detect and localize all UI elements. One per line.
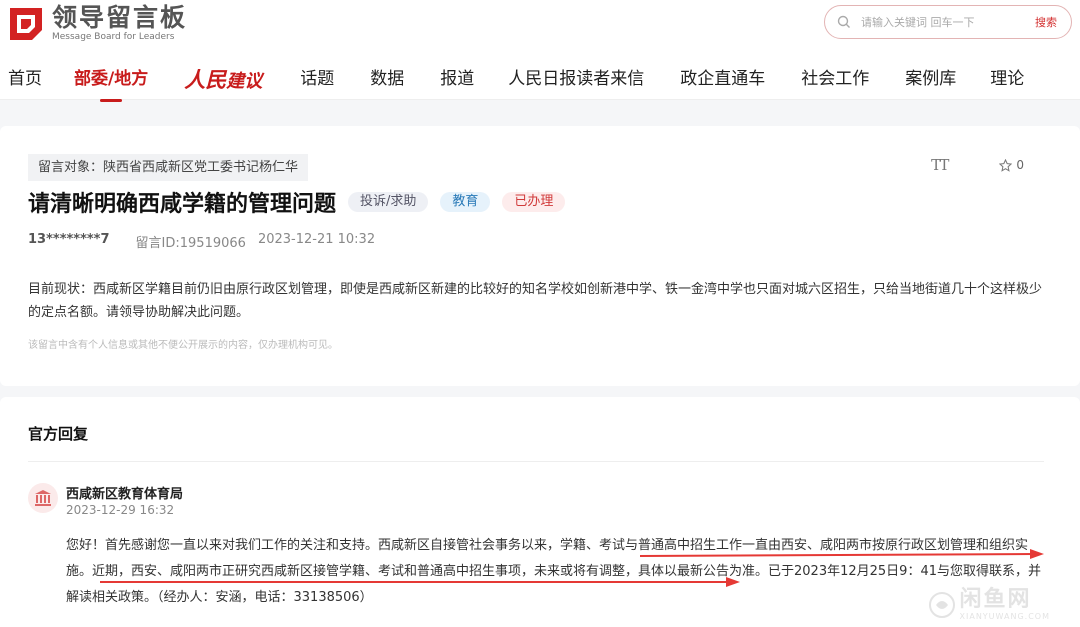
- watermark-cn: 闲鱼网: [959, 587, 1032, 612]
- nav-theory[interactable]: 理论: [990, 60, 1024, 96]
- logo-subtitle: Message Board for Leaders: [52, 32, 175, 42]
- watermark: 闲鱼网 XIANYUWANG.COM: [928, 588, 1051, 621]
- nav-ministries-local[interactable]: 部委/地方: [74, 60, 148, 96]
- message-card: 留言对象：陕西省西咸新区党工委书记杨仁华 TT 0 请清晰明确西咸学籍的管理问题…: [0, 126, 1080, 386]
- search-input[interactable]: [861, 15, 1021, 29]
- nav-data[interactable]: 数据: [370, 60, 404, 96]
- nav-people-suggestions[interactable]: 人民建议: [184, 60, 262, 96]
- nav-home[interactable]: 首页: [8, 60, 42, 96]
- message-recipient: 留言对象：陕西省西咸新区党工委书记杨仁华: [28, 154, 309, 181]
- org-avatar: [28, 483, 58, 513]
- nav-topics[interactable]: 话题: [300, 60, 334, 96]
- government-building-icon: [35, 490, 51, 506]
- message-body: 目前现状：西咸新区学籍目前仍旧由原行政区划管理，即使是西咸新区新建的比较好的知名…: [28, 282, 1043, 320]
- tag-category[interactable]: 教育: [440, 192, 491, 212]
- privacy-note: 该留言中含有个人信息或其他不便公开展示的内容，仅办理机构可见。: [28, 340, 338, 351]
- reply-heading: 官方回复: [28, 425, 89, 443]
- site-header: 领导留言板 Message Board for Leaders 搜索 首页 部委…: [0, 0, 1080, 100]
- nav-reports[interactable]: 报道: [440, 60, 474, 96]
- search-box: 搜索: [824, 5, 1072, 39]
- search-icon: [837, 15, 850, 28]
- reply-text: 您好！首先感谢您一直以来对我们工作的关注和支持。西咸新区自接管社会事务以来，学籍…: [66, 538, 1041, 605]
- reply-org-name: 西咸新区教育体育局: [66, 487, 184, 502]
- reply-divider: [28, 461, 1044, 462]
- message-title: 请清晰明确西咸学籍的管理问题: [28, 192, 337, 217]
- nav-readers-letters[interactable]: 人民日报读者来信: [508, 60, 644, 96]
- watermark-en: XIANYUWANG.COM: [959, 612, 1050, 621]
- message-tools: TT 0: [931, 156, 1024, 174]
- favorite-count: 0: [1016, 158, 1024, 172]
- logo-mark-icon: [8, 6, 44, 42]
- search-button[interactable]: 搜索: [1035, 14, 1057, 30]
- message-meta: 13********7 留言ID:19519066 2023-12-21 10:…: [28, 232, 375, 251]
- logo-title: 领导留言板: [52, 3, 188, 32]
- font-size-icon[interactable]: TT: [931, 156, 949, 174]
- reply-card: 官方回复 西咸新区教育体育局 2023-12-29 16:32 您好！首先感谢您…: [0, 397, 1080, 627]
- main-nav: 首页 部委/地方 人民建议 话题 数据 报道 人民日报读者来信 政企直通车 社会…: [0, 60, 1024, 96]
- tag-type[interactable]: 投诉/求助: [348, 192, 429, 212]
- nav-social-work[interactable]: 社会工作: [801, 60, 869, 96]
- nav-enterprise[interactable]: 政企直通车: [680, 60, 765, 96]
- status-badge: 已办理: [502, 192, 566, 212]
- nav-case-library[interactable]: 案例库: [905, 60, 956, 96]
- message-id: 留言ID:19519066: [135, 236, 246, 251]
- watermark-logo-icon: [928, 591, 955, 618]
- star-icon: [999, 158, 1013, 172]
- message-user: 13********7: [28, 232, 110, 247]
- site-logo[interactable]: 领导留言板 Message Board for Leaders: [8, 4, 187, 43]
- message-datetime: 2023-12-21 10:32: [257, 232, 376, 247]
- favorite-button[interactable]: 0: [999, 158, 1024, 172]
- reply-date: 2023-12-29 16:32: [66, 503, 175, 517]
